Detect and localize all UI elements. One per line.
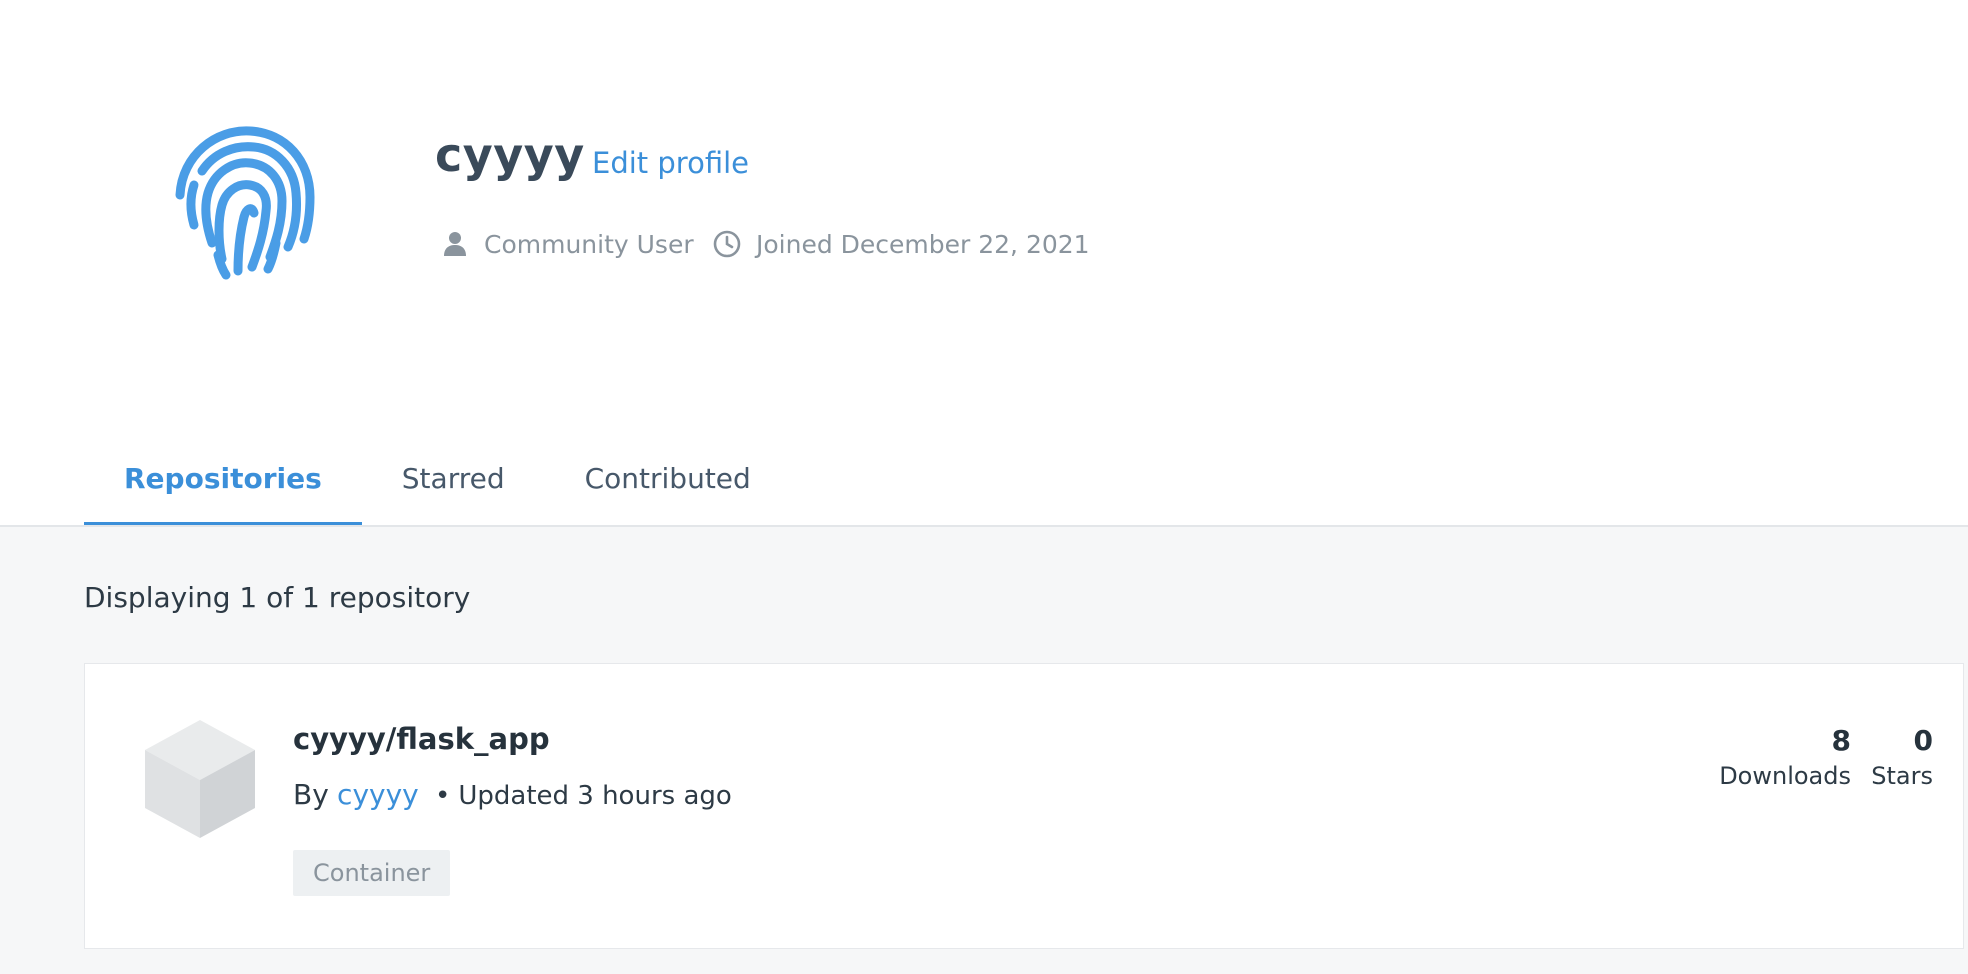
- separator-dot: •: [435, 781, 451, 811]
- joined-date-label: Joined December 22, 2021: [756, 229, 1090, 259]
- tab-label: Repositories: [124, 461, 322, 495]
- profile-header: cyyyy Edit profile Community User Joined…: [0, 0, 1968, 527]
- tab-contributed[interactable]: Contributed: [545, 430, 791, 526]
- user-role: Community User: [440, 229, 694, 259]
- profile-page: cyyyy Edit profile Community User Joined…: [0, 0, 1968, 974]
- repository-count: Displaying 1 of 1 repository: [84, 581, 471, 614]
- repositories-panel: Displaying 1 of 1 repository cyyyy/flask…: [0, 527, 1968, 974]
- downloads-count: 8: [1831, 724, 1851, 757]
- username: cyyyy: [435, 128, 585, 182]
- tab-label: Starred: [401, 461, 505, 495]
- profile-tabs: Repositories Starred Contributed: [84, 430, 791, 526]
- edit-profile-link[interactable]: Edit profile: [592, 146, 749, 180]
- joined-date: Joined December 22, 2021: [712, 229, 1090, 259]
- downloads-label: Downloads: [1719, 762, 1851, 790]
- fingerprint-icon: [175, 126, 315, 280]
- stars-label: Stars: [1871, 762, 1933, 790]
- repository-author-link[interactable]: cyyyy: [337, 778, 419, 811]
- by-label: By: [293, 778, 329, 811]
- avatar: [158, 115, 330, 287]
- user-role-label: Community User: [484, 229, 694, 259]
- repository-byline: By cyyyy • Updated 3 hours ago: [293, 778, 732, 811]
- downloads-stat: 8 Downloads: [1719, 724, 1851, 794]
- repository-name[interactable]: cyyyy/flask_app: [293, 722, 550, 756]
- tab-label: Contributed: [584, 461, 751, 495]
- clock-icon: [712, 229, 742, 259]
- tab-repositories[interactable]: Repositories: [84, 430, 362, 526]
- repository-updated: Updated 3 hours ago: [458, 781, 732, 811]
- user-icon: [440, 229, 470, 259]
- tab-starred[interactable]: Starred: [362, 430, 545, 526]
- stars-count: 0: [1913, 724, 1933, 757]
- repository-card[interactable]: cyyyy/flask_app By cyyyy • Updated 3 hour…: [84, 663, 1964, 949]
- stars-stat: 0 Stars: [1871, 724, 1933, 794]
- cube-icon: [143, 718, 257, 840]
- repository-type-badge: Container: [293, 850, 451, 896]
